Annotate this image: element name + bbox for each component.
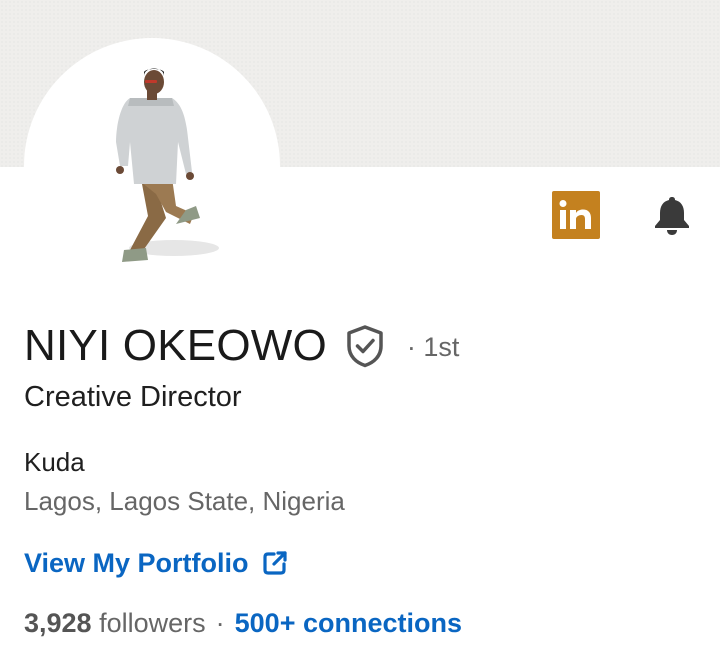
portfolio-link[interactable]: View My Portfolio xyxy=(24,546,289,580)
profile-company[interactable]: Kuda xyxy=(24,447,85,478)
linkedin-logo xyxy=(559,200,591,229)
avatar-photo xyxy=(116,68,219,262)
connection-degree: · 1st xyxy=(406,331,460,362)
profile-headline: Creative Director xyxy=(24,381,242,413)
stats-separator: · xyxy=(215,608,225,638)
bell-icon[interactable] xyxy=(650,193,694,237)
linkedin-icon[interactable] xyxy=(552,191,600,239)
profile-stats: 3,928 followers · 500+ connections xyxy=(24,608,462,639)
profile-location: Lagos, Lagos State, Nigeria xyxy=(24,486,345,516)
shield-check-icon[interactable] xyxy=(345,324,385,368)
profile-avatar[interactable] xyxy=(24,38,280,294)
profile-name: NIYI OKEOWO xyxy=(24,321,327,370)
portfolio-label: View My Portfolio xyxy=(24,547,249,578)
external-link-icon xyxy=(262,551,287,575)
followers-label: followers xyxy=(99,608,206,638)
name-row: NIYI OKEOWO · 1st xyxy=(24,318,459,374)
connections-link[interactable]: 500+ connections xyxy=(235,608,462,639)
followers-count: 3,928 xyxy=(24,608,92,638)
